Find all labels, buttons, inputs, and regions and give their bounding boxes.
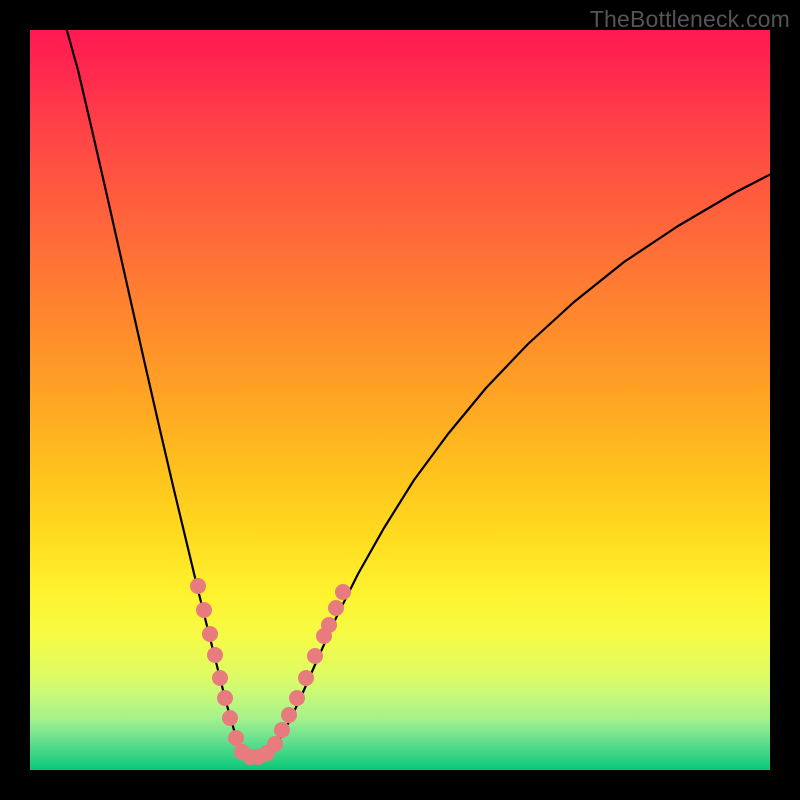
highlight-dot	[222, 710, 238, 726]
highlight-dot	[321, 617, 337, 633]
highlight-dot	[307, 648, 323, 664]
highlight-dot	[212, 670, 228, 686]
watermark-text: TheBottleneck.com	[590, 6, 790, 33]
chart-frame: TheBottleneck.com	[0, 0, 800, 800]
highlight-dot	[289, 690, 305, 706]
plot-area	[30, 30, 770, 770]
highlight-dot	[207, 647, 223, 663]
highlight-dot	[335, 584, 351, 600]
highlight-dots	[190, 578, 351, 765]
highlight-dot	[274, 722, 290, 738]
highlight-dot	[202, 626, 218, 642]
bottleneck-curve	[64, 30, 770, 758]
chart-overlay-svg	[30, 30, 770, 770]
highlight-dot	[217, 690, 233, 706]
highlight-dot	[328, 600, 344, 616]
highlight-dot	[196, 602, 212, 618]
highlight-dot	[281, 707, 297, 723]
highlight-dot	[267, 736, 283, 752]
highlight-dot	[298, 670, 314, 686]
highlight-dot	[190, 578, 206, 594]
highlight-dot	[228, 730, 244, 746]
